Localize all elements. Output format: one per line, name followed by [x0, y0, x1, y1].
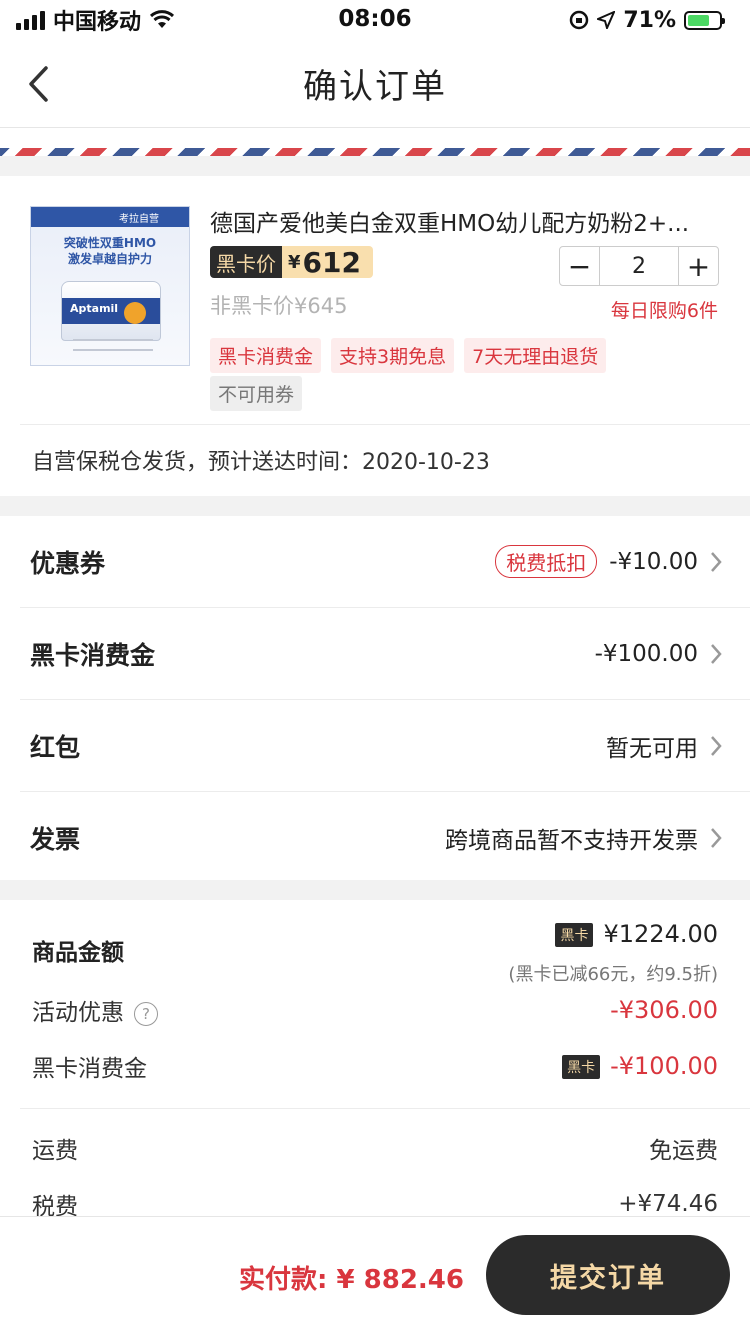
goods-amount-label: 商品金额: [32, 940, 124, 966]
back-chevron-icon: [29, 66, 48, 102]
product-image-slogan: 突破性双重HMO 激发卓越自护力: [31, 235, 189, 267]
checkout-bar: 实付款: ¥ 882.46 提交订单: [0, 1216, 750, 1334]
submit-order-button[interactable]: 提交订单: [486, 1235, 730, 1315]
section-gap: [0, 496, 750, 516]
tag-blackcard-fund: 黑卡消费金: [210, 338, 322, 373]
invoice-value: 跨境商品暂不支持开发票: [445, 828, 698, 854]
milk-can-illustration: Aptamil: [61, 281, 161, 341]
tax-value: +¥74.46: [618, 1191, 718, 1217]
total-value: ¥ 882.46: [336, 1265, 464, 1295]
coupon-label: 优惠券: [30, 548, 106, 578]
back-button[interactable]: [18, 60, 58, 108]
airmail-stripe: [0, 148, 750, 156]
activity-label-wrap: 活动优惠?: [32, 993, 158, 1027]
slogan-line-1: 突破性双重HMO: [63, 236, 157, 250]
product-card: 考拉自营 突破性双重HMO 激发卓越自护力 Aptamil 德国产爱他美白金双重…: [0, 176, 750, 496]
red-packet-row[interactable]: 红包 暂无可用: [20, 700, 750, 792]
tag-return: 7天无理由退货: [464, 338, 607, 373]
non-member-price: 非黑卡价¥645: [210, 294, 348, 318]
price-number: 612: [302, 246, 361, 278]
blackcard-fund-summary-value: -¥100.00: [610, 1052, 718, 1080]
coupon-value: -¥10.00: [609, 548, 698, 575]
order-options: 优惠券 税费抵扣 -¥10.00 黑卡消费金 -¥100.00 红包 暂无可用 …: [0, 516, 750, 884]
section-gap: [0, 156, 750, 176]
product-tags: 黑卡消费金 支持3期免息 7天无理由退货: [210, 338, 607, 373]
activity-value: -¥306.00: [610, 996, 718, 1024]
quantity-stepper: − 2 +: [559, 246, 719, 286]
red-packet-right: 暂无可用: [606, 729, 722, 763]
can-stage-badge: [124, 302, 146, 324]
blackcard-fund-row[interactable]: 黑卡消费金 -¥100.00: [20, 608, 750, 700]
total-label: 实付款:: [239, 1265, 328, 1295]
black-card-label: 黑卡价: [210, 246, 282, 278]
black-card-price-value: ¥612: [282, 246, 373, 278]
question-circle-icon[interactable]: ?: [134, 1001, 158, 1026]
tag-no-coupon: 不可用券: [210, 376, 303, 411]
divider: [20, 1108, 750, 1109]
invoice-label: 发票: [30, 825, 81, 854]
image-footer-lines: [73, 339, 153, 351]
increment-button[interactable]: +: [679, 247, 718, 285]
blackcard-fund-summary-value-wrap: 黑卡 -¥100.00: [562, 1052, 718, 1080]
red-packet-label: 红包: [30, 732, 81, 762]
goods-amount-note: (黑卡已减66元，约9.5折): [508, 964, 718, 985]
black-card-badge: 黑卡: [562, 1055, 601, 1079]
page-title: 确认订单: [303, 67, 447, 107]
activity-line: 活动优惠? -¥306.00: [32, 992, 718, 1028]
currency-symbol: ¥: [288, 251, 301, 273]
activity-label: 活动优惠: [32, 1000, 124, 1026]
coupon-row[interactable]: 优惠券 税费抵扣 -¥10.00: [20, 516, 750, 608]
black-card-badge: 黑卡: [555, 923, 594, 947]
price-summary: 商品金额 黑卡 ¥1224.00 (黑卡已减66元，约9.5折) 活动优惠? -¥…: [0, 900, 750, 1220]
blackcard-fund-value: -¥100.00: [594, 640, 698, 667]
product-image-header: 考拉自营: [31, 207, 189, 227]
nav-bar: 确认订单: [0, 40, 750, 128]
coupon-right: 税费抵扣 -¥10.00: [495, 545, 722, 578]
shipping-fee-value: 免运费: [649, 1138, 718, 1164]
blackcard-fund-right: -¥100.00: [595, 641, 722, 667]
purchase-limit: 每日限购6件: [610, 300, 718, 322]
decrement-button[interactable]: −: [560, 247, 599, 285]
invoice-right: 跨境商品暂不支持开发票: [445, 821, 722, 855]
product-title[interactable]: 德国产爱他美白金双重HMO幼儿配方奶粉2+...: [210, 204, 725, 238]
status-bar: 中国移动 08:06 71%: [0, 0, 750, 40]
goods-amount-value-wrap: 黑卡 ¥1224.00: [555, 920, 718, 948]
battery-icon: [684, 10, 725, 30]
red-packet-value: 暂无可用: [606, 735, 698, 762]
chevron-right-icon: [711, 828, 722, 848]
shipping-info: 自营保税仓发货，预计送达时间：2020-10-23: [32, 450, 490, 475]
chevron-right-icon: [711, 735, 722, 756]
black-card-price: 黑卡价 ¥612: [210, 246, 373, 278]
blackcard-fund-label: 黑卡消费金: [30, 640, 156, 670]
shipping-fee-line: 运费 免运费: [32, 1130, 718, 1166]
tax-deduct-badge: 税费抵扣: [495, 545, 598, 578]
goods-amount-value: ¥1224.00: [603, 920, 718, 948]
product-image[interactable]: 考拉自营 突破性双重HMO 激发卓越自护力 Aptamil: [30, 206, 190, 366]
status-time: 08:06: [338, 6, 412, 32]
total-payable: 实付款: ¥ 882.46: [239, 1259, 464, 1296]
blackcard-fund-summary-line: 黑卡消费金 黑卡 -¥100.00: [32, 1048, 718, 1084]
quantity-input[interactable]: 2: [599, 247, 679, 285]
chevron-right-icon: [711, 551, 722, 572]
chevron-right-icon: [711, 643, 722, 664]
section-gap: [0, 880, 750, 900]
tag-installment: 支持3期免息: [331, 338, 455, 373]
invoice-row[interactable]: 发票 跨境商品暂不支持开发票: [20, 792, 750, 884]
shipping-fee-label: 运费: [32, 1138, 78, 1164]
slogan-line-2: 激发卓越自护力: [67, 252, 152, 266]
divider: [20, 424, 750, 425]
can-brand: Aptamil: [70, 302, 119, 315]
blackcard-fund-summary-label: 黑卡消费金: [32, 1056, 147, 1082]
